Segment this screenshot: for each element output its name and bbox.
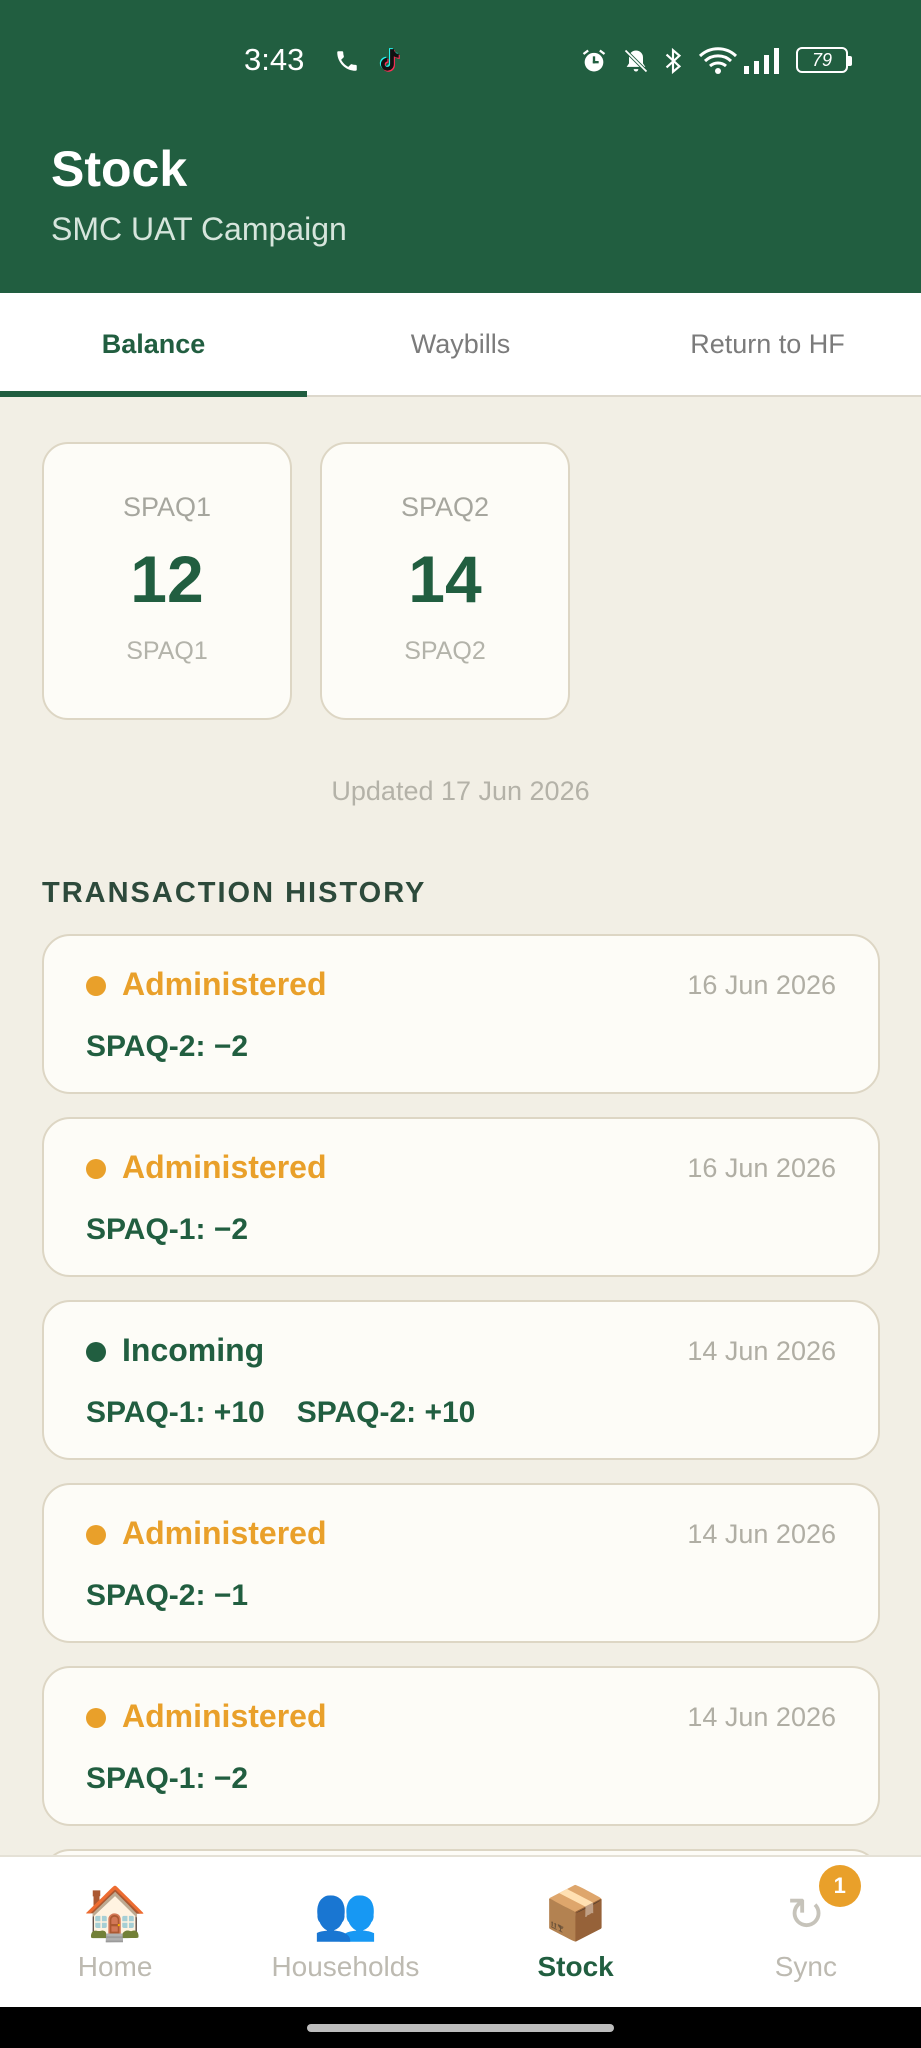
signal-icon [744,46,782,76]
bottom-navigation: 🏠 Home 👥 Households 📦 Stock ↻ Sync 1 [0,1855,921,2007]
transaction-item[interactable]: Administered 16 Jun 2026 SPAQ-1: −2 [42,1117,880,1277]
transaction-history-title: TRANSACTION HISTORY [42,877,427,909]
nav-households[interactable]: 👥 Households [230,1857,460,2007]
card-label: SPAQ2 [400,492,490,522]
transaction-date: 14 Jun 2026 [687,1336,836,1366]
transaction-type: Administered [122,1698,327,1734]
transaction-type: Administered [122,1149,327,1185]
transaction-date: 16 Jun 2026 [687,970,836,1000]
nav-stock[interactable]: 📦 Stock [461,1857,691,2007]
app-header: 3:43 79 Stock SMC UAT Campaign [0,0,921,293]
transaction-type: Administered [122,1515,327,1551]
stock-tabs: Balance Waybills Return to HF [0,293,921,397]
tiktok-icon [376,46,402,76]
bell-off-icon [622,46,650,76]
card-quantity: 14 [408,542,482,616]
transaction-line: SPAQ-1: +10 [86,1396,265,1429]
transaction-lines: SPAQ-1: +10 SPAQ-2: +10 [86,1396,475,1430]
nav-label: Home [77,1951,153,1982]
transaction-line: SPAQ-2: −1 [86,1579,248,1612]
transaction-line: SPAQ-2: −2 [86,1030,248,1063]
transaction-lines: SPAQ-1: −2 [86,1762,248,1796]
tab-waybills[interactable]: Waybills [307,293,614,395]
transaction-lines: SPAQ-2: −1 [86,1579,248,1613]
nav-home[interactable]: 🏠 Home [0,1857,230,2007]
status-dot-icon [86,976,106,996]
transaction-date: 16 Jun 2026 [687,1153,836,1183]
card-label: SPAQ1 [122,492,212,522]
transaction-type: Administered [122,966,327,1002]
bluetooth-icon [662,46,684,76]
card-quantity: 12 [130,542,204,616]
gesture-handle[interactable] [307,2024,614,2032]
status-dot-icon [86,1342,106,1362]
sync-badge: 1 [818,1865,861,1907]
transaction-line: SPAQ-2: +10 [296,1396,476,1429]
tab-balance[interactable]: Balance [0,293,307,397]
status-dot-icon [86,1525,106,1545]
nav-label: Stock [537,1951,614,1982]
status-time: 3:43 [244,42,305,77]
package-icon: 📦 [543,1885,608,1943]
nav-label: Sync [774,1951,837,1982]
transaction-type: Incoming [122,1332,265,1368]
card-sublabel: SPAQ1 [126,637,208,665]
transaction-item[interactable]: Administered 14 Jun 2026 SPAQ-1: −2 [42,1666,880,1826]
campaign-subtitle: SMC UAT Campaign [51,211,347,247]
page-title: Stock [51,141,188,197]
wifi-icon [698,46,738,76]
balance-card-spaq2: SPAQ2 14 SPAQ2 [320,442,570,720]
status-dot-icon [86,1708,106,1728]
nav-label: Households [271,1951,420,1982]
transaction-date: 14 Jun 2026 [687,1519,836,1549]
battery-icon: 79 [796,47,852,73]
phone-icon [334,46,360,76]
transaction-item[interactable]: Incoming 14 Jun 2026 SPAQ-1: +10 SPAQ-2:… [42,1300,880,1460]
balance-card-spaq1: SPAQ1 12 SPAQ1 [42,442,292,720]
alarm-icon [580,46,608,76]
status-dot-icon [86,1159,106,1179]
house-icon: 🏠 [82,1885,148,1943]
transaction-date: 14 Jun 2026 [687,1702,836,1732]
system-gesture-area [0,2007,921,2048]
balance-cards: SPAQ1 12 SPAQ1 SPAQ2 14 SPAQ2 [42,442,570,720]
nav-sync[interactable]: ↻ Sync 1 [691,1857,921,2007]
card-sublabel: SPAQ2 [404,637,486,665]
transaction-lines: SPAQ-1: −2 [86,1213,248,1247]
status-bar: 3:43 79 [0,0,921,120]
transaction-line: SPAQ-1: −2 [86,1213,248,1246]
transaction-item[interactable]: Administered 16 Jun 2026 SPAQ-2: −2 [42,934,880,1094]
updated-timestamp: Updated 17 Jun 2026 [331,776,590,806]
people-icon: 👥 [313,1885,378,1943]
transaction-lines: SPAQ-2: −2 [86,1030,248,1064]
tab-return-to-hf[interactable]: Return to HF [614,293,921,395]
transaction-item[interactable]: Administered 14 Jun 2026 SPAQ-2: −1 [42,1483,880,1643]
transaction-line: SPAQ-1: −2 [86,1762,248,1795]
